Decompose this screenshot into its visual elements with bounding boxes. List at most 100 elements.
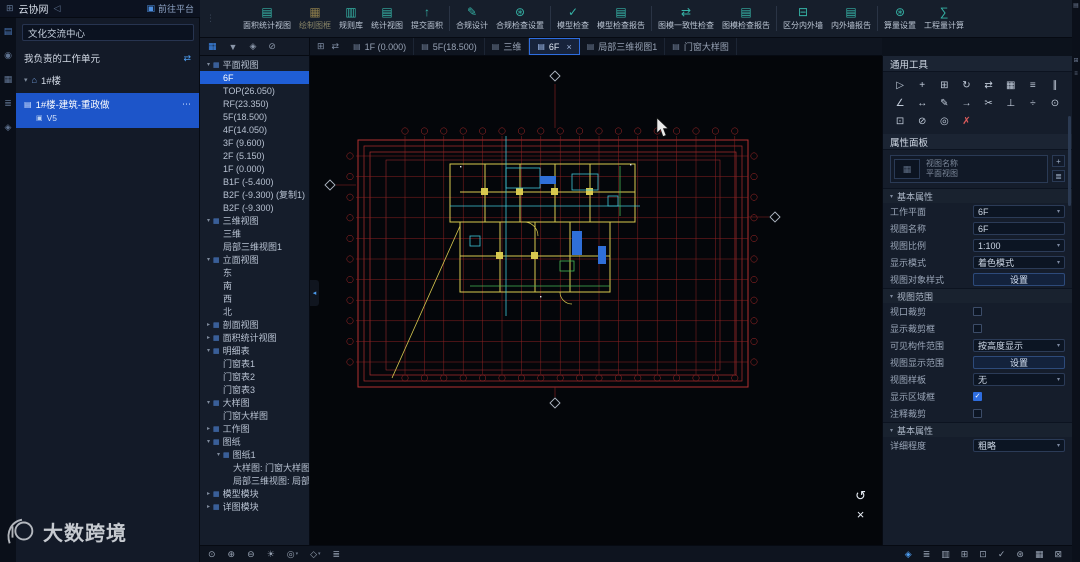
- property-section-header[interactable]: ▾基本属性: [883, 188, 1072, 203]
- ribbon-button[interactable]: ▥规则库: [335, 2, 367, 35]
- panel-icon[interactable]: ▤: [1073, 3, 1079, 10]
- layers-icon[interactable]: ≣: [4, 98, 12, 108]
- tree-item[interactable]: 门窗大样图: [200, 409, 309, 422]
- tree-item[interactable]: 东: [200, 266, 309, 279]
- tree-item[interactable]: 局部三维视图: 局部...: [200, 474, 309, 487]
- tool-group-icon[interactable]: ⊡: [890, 114, 910, 128]
- filter-icon[interactable]: ▼: [229, 42, 238, 52]
- tree-item[interactable]: 三维: [200, 227, 309, 240]
- add-panel-icon[interactable]: ⊞: [1073, 58, 1078, 65]
- ribbon-button[interactable]: ▤面积统计视图: [239, 2, 295, 35]
- view-tab[interactable]: ▤5F(18.500): [414, 38, 485, 55]
- tree-item[interactable]: 6F: [200, 71, 309, 84]
- list-view-icon[interactable]: ▦: [208, 41, 217, 52]
- light-icon[interactable]: ☀: [267, 549, 275, 560]
- tool-offset-icon[interactable]: ∥: [1045, 78, 1065, 92]
- view-tab[interactable]: ▤三维: [485, 38, 530, 55]
- tool-mirror-icon[interactable]: ⇄: [979, 78, 999, 92]
- tool-extend-icon[interactable]: ⊥: [1001, 96, 1021, 110]
- tool-rotate-icon[interactable]: ↻: [956, 78, 976, 92]
- property-list-button[interactable]: ≣: [1052, 170, 1065, 182]
- common-tools-header[interactable]: 通用工具: [883, 56, 1072, 72]
- settings-icon[interactable]: ⊛: [1016, 549, 1024, 560]
- tree-item[interactable]: 南: [200, 279, 309, 292]
- search-input[interactable]: [22, 24, 194, 41]
- orbit-icon[interactable]: ◎▾: [287, 549, 298, 560]
- switch-unit-icon[interactable]: ⇄: [183, 53, 191, 64]
- tree-folder[interactable]: ▾▦明细表: [200, 344, 309, 357]
- expand-icon[interactable]: ⊠: [1054, 549, 1062, 560]
- view-tab[interactable]: ▤门窗大样图: [665, 38, 737, 55]
- view-display-range-button[interactable]: 设置: [973, 356, 1065, 369]
- view-tab[interactable]: ▤6F×: [529, 38, 579, 55]
- view-scale-dropdown[interactable]: 1:100▾: [973, 239, 1065, 252]
- list-icon[interactable]: ≣: [923, 549, 931, 560]
- scrollbar[interactable]: [1068, 116, 1071, 206]
- tree-item[interactable]: TOP(26.050): [200, 84, 309, 97]
- ribbon-button[interactable]: ⇄图模一致性检查: [654, 2, 718, 35]
- show-crop-region-checkbox[interactable]: [973, 324, 982, 333]
- tool-split-icon[interactable]: ÷: [1023, 96, 1043, 110]
- menu-icon[interactable]: ≡: [1074, 71, 1078, 78]
- tree-item[interactable]: B2F (-9.300): [200, 201, 309, 214]
- app-menu-icon[interactable]: ⊞: [6, 3, 14, 14]
- view-template-dropdown[interactable]: 无▾: [973, 373, 1065, 386]
- tree-item[interactable]: 2F (5.150): [200, 149, 309, 162]
- help-icon[interactable]: ◈: [5, 122, 12, 132]
- grid-icon[interactable]: ⊞: [961, 549, 969, 560]
- tool-dimension-icon[interactable]: ↔: [912, 96, 932, 110]
- building-node[interactable]: ▾ ⌂ 1#楼: [16, 69, 199, 91]
- ribbon-button[interactable]: ⊛合规检查设置: [492, 2, 548, 35]
- tree-item[interactable]: 4F(14.050): [200, 123, 309, 136]
- tree-folder[interactable]: ▾▦平面视图: [200, 58, 309, 71]
- tool-leader-icon[interactable]: →: [956, 96, 976, 110]
- view-tab[interactable]: ▤1F (0.000): [346, 38, 414, 55]
- property-section-header[interactable]: ▾基本属性: [883, 422, 1072, 437]
- viewport-crop-checkbox[interactable]: [973, 307, 982, 316]
- tree-item[interactable]: 西: [200, 292, 309, 305]
- close-tab-icon[interactable]: ×: [566, 42, 571, 52]
- go-to-platform-link[interactable]: ▣ 前往平台: [146, 2, 194, 15]
- work-plane-dropdown[interactable]: 6F▾: [973, 205, 1065, 218]
- tree-folder[interactable]: ▾▦图纸1: [200, 448, 309, 461]
- columns-icon[interactable]: ▥: [941, 549, 950, 560]
- layers-icon[interactable]: ≣: [333, 549, 341, 560]
- tool-delete-icon[interactable]: ✗: [956, 114, 976, 128]
- tree-item[interactable]: 3F (9.600): [200, 136, 309, 149]
- view-tab[interactable]: ▤局部三维视图1: [580, 38, 666, 55]
- work-unit-card[interactable]: ▤ 1#楼-建筑-重政做 ⋯ ▣ V5: [16, 93, 199, 128]
- sync-icon[interactable]: ⇄: [332, 41, 340, 52]
- view-name-input[interactable]: 6F: [973, 222, 1065, 235]
- tree-item[interactable]: B2F (-9.300) (复制1): [200, 188, 309, 201]
- tree-folder[interactable]: ▸▦模型模块: [200, 487, 309, 500]
- tool-trim-icon[interactable]: ✂: [979, 96, 999, 110]
- ribbon-button[interactable]: ▤内外墙报告: [827, 2, 875, 35]
- display-mode-dropdown[interactable]: 着色模式▾: [973, 256, 1065, 269]
- annotation-crop-checkbox[interactable]: [973, 409, 982, 418]
- drawing-canvas[interactable]: ◂ ↺×: [310, 56, 882, 545]
- tree-folder[interactable]: ▸▦工作图: [200, 422, 309, 435]
- tree-folder[interactable]: ▸▦详图模块: [200, 500, 309, 513]
- files-icon[interactable]: ▤: [4, 26, 13, 36]
- tree-item[interactable]: 门窗表3: [200, 383, 309, 396]
- tree-folder[interactable]: ▾▦立面视图: [200, 253, 309, 266]
- ribbon-button[interactable]: ▤图模检查报告: [718, 2, 774, 35]
- tree-folder[interactable]: ▾▦三维视图: [200, 214, 309, 227]
- tree-item[interactable]: 门窗表2: [200, 370, 309, 383]
- properties-header[interactable]: 属性面板: [883, 134, 1072, 150]
- apps-icon[interactable]: ▦: [4, 74, 13, 84]
- tool-match-icon[interactable]: ⊙: [1045, 96, 1065, 110]
- tree-item[interactable]: 北: [200, 305, 309, 318]
- ribbon-button[interactable]: ▦绘制图框: [295, 2, 335, 35]
- drag-handle-icon[interactable]: ⋮: [206, 13, 215, 24]
- tool-align-icon[interactable]: ≡: [1023, 78, 1043, 92]
- user-icon[interactable]: ◉: [4, 50, 12, 60]
- tree-item[interactable]: 1F (0.000): [200, 162, 309, 175]
- collapse-panel-icon[interactable]: ◁: [54, 3, 61, 14]
- zoom-out-icon[interactable]: ⊖: [247, 549, 255, 560]
- tool-select-icon[interactable]: ▷: [890, 78, 910, 92]
- collapse-tree-handle[interactable]: ◂: [310, 280, 319, 306]
- view-object-style-button[interactable]: 设置: [973, 273, 1065, 286]
- ribbon-button[interactable]: ⊟区分内外墙: [779, 2, 827, 35]
- property-section-header[interactable]: ▾视图范围: [883, 288, 1072, 303]
